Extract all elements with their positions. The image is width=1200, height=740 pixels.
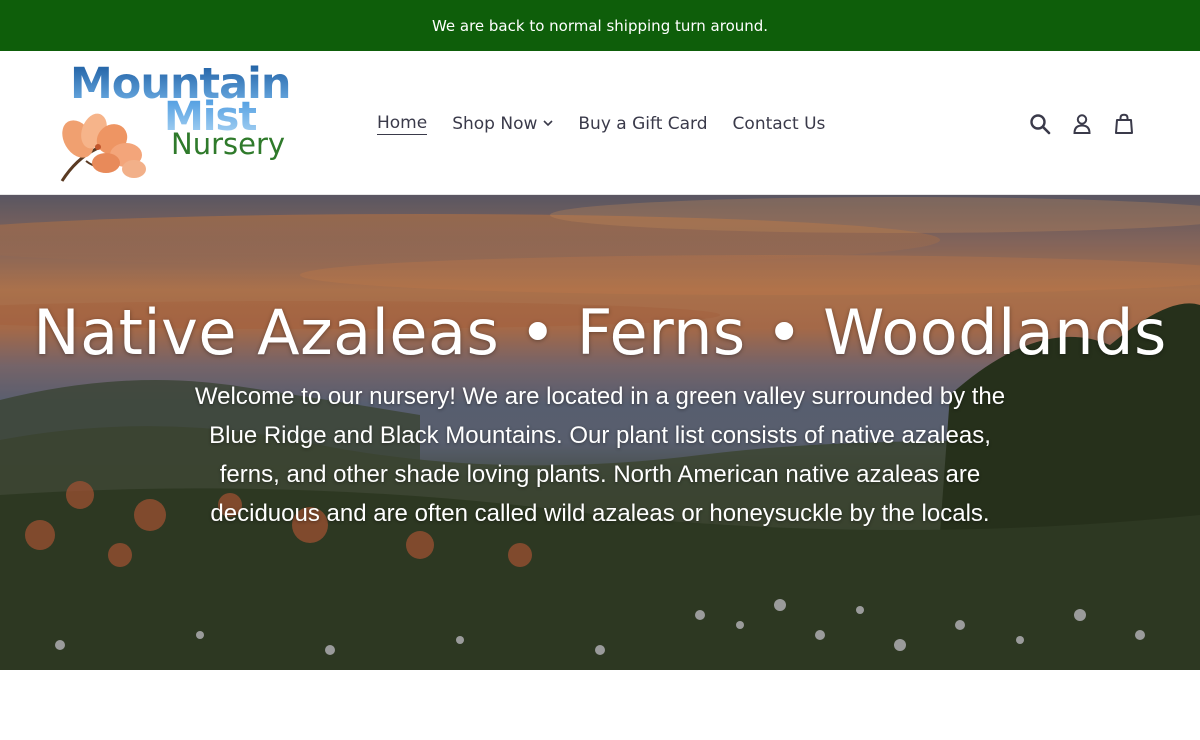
azalea-flower-logo-icon: [60, 113, 146, 182]
account-icon[interactable]: [1070, 112, 1094, 136]
announcement-bar: We are back to normal shipping turn arou…: [0, 0, 1200, 51]
hero-description: Welcome to our nursery! We are located i…: [194, 383, 1006, 527]
header-icons: [1028, 112, 1136, 136]
nav-home-label: Home: [377, 113, 428, 133]
site-logo[interactable]: Mountain Mist Nursery: [56, 63, 306, 183]
nav-gift-card[interactable]: Buy a Gift Card: [578, 112, 707, 135]
announcement-text: We are back to normal shipping turn arou…: [431, 16, 769, 35]
cart-icon[interactable]: [1112, 112, 1136, 136]
chevron-down-icon: [543, 120, 553, 127]
nav-shop-now-label: Shop Now: [452, 113, 538, 134]
nav-shop-now[interactable]: Shop Now: [452, 112, 553, 135]
site-header: Mountain Mist Nursery Home Shop Now Buy …: [0, 51, 1200, 195]
search-icon[interactable]: [1028, 112, 1052, 136]
hero-banner: Native Azaleas • Ferns • Woodlands Welco…: [0, 195, 1200, 670]
main-nav: Home Shop Now Buy a Gift Card Contact Us: [377, 112, 850, 135]
nav-contact-us[interactable]: Contact Us: [733, 112, 826, 135]
nav-contact-us-label: Contact Us: [732, 113, 826, 134]
hero-title: Native Azaleas • Ferns • Woodlands: [33, 296, 1167, 369]
logo-word-nursery: Nursery: [171, 127, 286, 161]
nav-home[interactable]: Home: [377, 112, 428, 135]
nav-gift-card-label: Buy a Gift Card: [578, 113, 708, 134]
